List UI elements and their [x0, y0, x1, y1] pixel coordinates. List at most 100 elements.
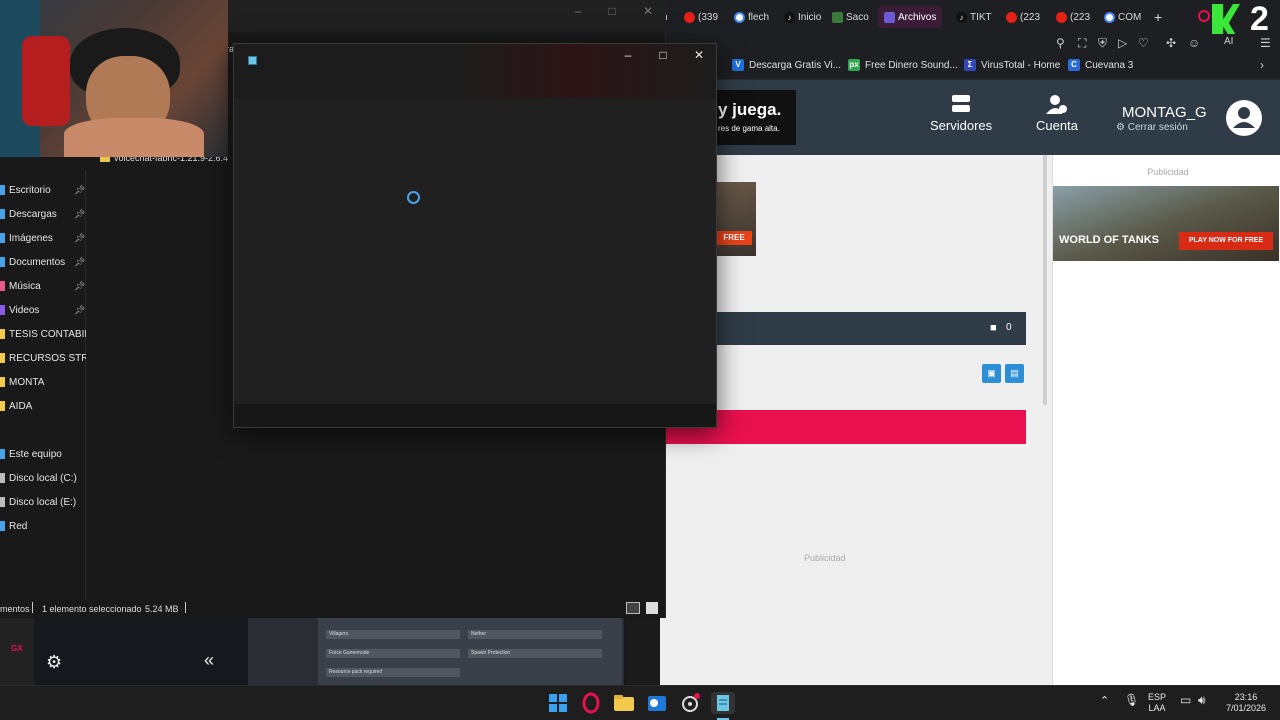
- pin-icon: 📌︎: [74, 232, 86, 243]
- volume-icon[interactable]: 🔊︎: [1198, 694, 1206, 706]
- maximize-icon[interactable]: □: [653, 48, 673, 62]
- avatar[interactable]: [1226, 100, 1262, 136]
- servers-button[interactable]: Servidores: [930, 94, 992, 133]
- loading-window: – □ ✕: [233, 43, 717, 428]
- loading-spinner-icon: [407, 191, 420, 204]
- browser-toolbar: ⚲ ⛶ ⛨ ▷ ♡ ✣ ☺ AI ☰: [660, 34, 1280, 54]
- puzzle-icon[interactable]: ✣: [1166, 36, 1176, 50]
- sidebar-item-tesis[interactable]: TESIS CONTABILIDA: [0, 324, 86, 344]
- sidebar-item-este-equipo[interactable]: Este equipo: [0, 444, 86, 464]
- sidebar-item-recursos[interactable]: RECURSOS STREAM: [0, 348, 86, 368]
- collapse-icon[interactable]: «: [204, 650, 214, 671]
- folder-count: 0: [1006, 322, 1012, 333]
- browser-tab[interactable]: (223: [1006, 6, 1040, 28]
- sidebar-item-disco-c[interactable]: Disco local (C:): [0, 468, 86, 488]
- tiles-view-icon[interactable]: [646, 602, 658, 614]
- clock[interactable]: 23:16 7/01/2026: [1220, 692, 1272, 714]
- taskbar-file-explorer[interactable]: [612, 692, 636, 714]
- dialog-footer: [234, 404, 716, 427]
- heart-icon[interactable]: ♡: [1138, 36, 1149, 50]
- bookmark-icon: C: [1068, 59, 1080, 71]
- tab-label: Inicio: [798, 11, 822, 23]
- tab-label: COM: [1118, 11, 1142, 23]
- details-view-icon[interactable]: [626, 602, 640, 614]
- taskbar-opera-gx[interactable]: [579, 692, 603, 714]
- bookmark-label: Free Dinero Sound...: [865, 59, 958, 71]
- close-icon[interactable]: ✕: [638, 4, 658, 18]
- sidebar-item-aida[interactable]: AIDA: [0, 396, 86, 416]
- promo-banner[interactable]: y juega. res de gama alta.: [716, 90, 796, 145]
- network-icon[interactable]: ▭: [1180, 694, 1191, 706]
- language-line2: LAA: [1148, 703, 1166, 713]
- minimize-icon[interactable]: –: [618, 48, 638, 62]
- gear-icon[interactable]: ⚙: [46, 652, 62, 673]
- sidebar-item-label: RECURSOS STREAM: [9, 352, 86, 364]
- folder-icon: [0, 377, 5, 387]
- bookmark-icon: Σ: [964, 59, 976, 71]
- gx-logo: GX: [11, 644, 23, 653]
- sidebar-item-descargas[interactable]: Descargas 📌︎: [0, 204, 86, 224]
- chevron-right-icon[interactable]: ›: [1260, 58, 1264, 72]
- status-size: 5.24 MB: [145, 604, 179, 614]
- sidebar-item-disco-e[interactable]: Disco local (E:): [0, 492, 86, 512]
- gear-icon: ⚙: [1116, 122, 1125, 133]
- microphone-icon[interactable]: 🎙︎: [1124, 694, 1139, 706]
- browser-tab[interactable]: flech: [734, 6, 769, 28]
- sidebar-item-monta[interactable]: MONTA: [0, 372, 86, 392]
- sidebar-item-imagenes[interactable]: Imágenes 📌︎: [0, 228, 86, 248]
- sidebar-item-label: Música: [9, 280, 41, 292]
- browser-tab-active[interactable]: Archivos: [878, 6, 942, 28]
- browser-tab[interactable]: (223: [1056, 6, 1090, 28]
- browser-tab[interactable]: COM: [1104, 6, 1141, 28]
- taskbar-app[interactable]: [678, 692, 702, 714]
- sidebar-item-videos[interactable]: Videos 📌︎: [0, 300, 86, 320]
- search-icon[interactable]: [1198, 10, 1210, 22]
- logout-link[interactable]: ⚙ Cerrar sesión: [1116, 122, 1188, 133]
- shield-icon[interactable]: ⛨: [1098, 36, 1107, 51]
- new-file-button[interactable]: ▤: [1005, 364, 1024, 383]
- taskbar-outlook[interactable]: [645, 692, 669, 714]
- tab-label: flech: [748, 11, 770, 23]
- taskbar-notepad[interactable]: [711, 692, 735, 720]
- bookmark-item[interactable]: V Descarga Gratis Vi...: [732, 59, 841, 71]
- sidebar-item-red[interactable]: Red: [0, 516, 86, 536]
- opera-icon: [582, 692, 600, 714]
- language-line1: ESP: [1148, 692, 1167, 702]
- new-tab-button[interactable]: +: [1154, 6, 1162, 28]
- bookmark-item[interactable]: C Cuevana 3: [1068, 59, 1133, 71]
- menu-icon[interactable]: ☰: [1260, 36, 1271, 50]
- ai-button[interactable]: AI: [1224, 36, 1233, 47]
- new-folder-button[interactable]: ▣: [982, 364, 1001, 383]
- left-ad-image[interactable]: FREE: [716, 182, 756, 256]
- pin-icon: 📌︎: [74, 184, 86, 195]
- language-indicator[interactable]: ESP LAA: [1148, 692, 1166, 714]
- bookmark-icon: V: [732, 59, 744, 71]
- settings-row: Resource pack required: [326, 668, 460, 677]
- account-icon[interactable]: ☺: [1188, 36, 1200, 50]
- bookmark-item[interactable]: px Free Dinero Sound...: [848, 59, 958, 71]
- maximize-icon[interactable]: □: [602, 4, 622, 18]
- chevron-up-icon[interactable]: ⌃: [1100, 696, 1109, 707]
- sidebar-item-musica[interactable]: Música 📌︎: [0, 276, 86, 296]
- page-scrollbar[interactable]: [1040, 155, 1050, 685]
- sidebar-item-documentos[interactable]: Documentos 📌︎: [0, 252, 86, 272]
- notepad-icon: [717, 695, 729, 711]
- browser-tab[interactable]: ♪ TIKT: [956, 6, 992, 28]
- world-of-tanks-ad[interactable]: WORLD OF TANKS PLAY NOW FOR FREE: [1053, 186, 1279, 261]
- computer-icon: [0, 449, 5, 459]
- minimize-icon[interactable]: –: [568, 4, 588, 18]
- site-header: y juega. res de gama alta. Servidores Cu…: [660, 80, 1280, 155]
- ad-cta-button[interactable]: PLAY NOW FOR FREE: [1179, 232, 1273, 250]
- close-icon[interactable]: ✕: [689, 48, 709, 62]
- pin-icon[interactable]: ⚲: [1056, 36, 1065, 50]
- account-button[interactable]: Cuenta: [1036, 94, 1078, 133]
- browser-tab[interactable]: ♪ Inicio: [784, 6, 821, 28]
- bookmark-item[interactable]: Σ VirusTotal - Home: [964, 59, 1060, 71]
- browser-tab[interactable]: (339: [684, 6, 718, 28]
- screenshot-icon[interactable]: ⛶: [1078, 36, 1086, 51]
- play-icon[interactable]: ▷: [1118, 36, 1127, 50]
- start-button[interactable]: [546, 692, 570, 714]
- browser-tab[interactable]: Saco: [832, 6, 869, 28]
- scroll-thumb[interactable]: [1043, 155, 1047, 405]
- sidebar-item-escritorio[interactable]: Escritorio 📌︎: [0, 180, 86, 200]
